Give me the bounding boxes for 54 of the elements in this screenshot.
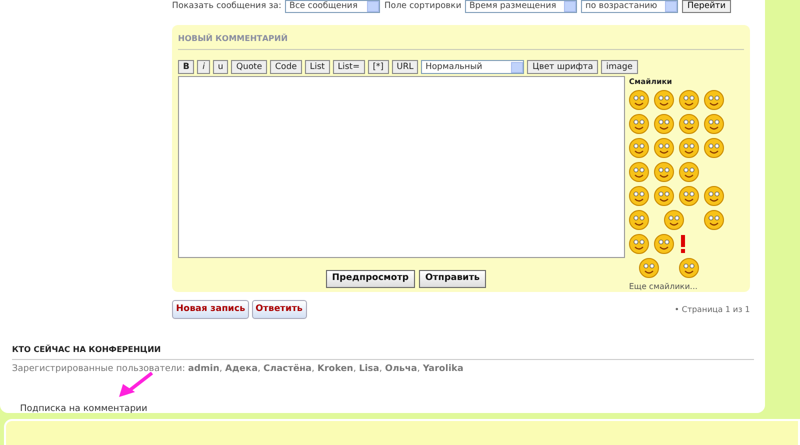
sort-label: Поле сортировки (384, 0, 462, 13)
smiley-icon[interactable] (704, 186, 724, 206)
smiley-icon[interactable] (654, 234, 674, 254)
format-button[interactable]: B (178, 60, 194, 74)
period-select[interactable]: Все сообщения (285, 0, 380, 13)
smiley-icon[interactable] (629, 234, 649, 254)
smiley-icon[interactable] (704, 114, 724, 134)
smiley-icon[interactable] (654, 186, 674, 206)
smiley-icon[interactable] (679, 138, 699, 158)
format-button[interactable]: i (197, 60, 210, 74)
format-button[interactable]: URL (392, 60, 418, 74)
smiley-icon[interactable] (629, 114, 649, 134)
smiley-icon[interactable] (679, 90, 699, 110)
filter-label: Показать сообщения за: (172, 0, 282, 13)
smiley-icon[interactable] (679, 162, 699, 182)
format-button[interactable]: Code (270, 60, 302, 74)
form-button[interactable]: Предпросмотр (326, 270, 415, 288)
sort-order-select[interactable]: по возрастанию (581, 0, 678, 13)
format-button[interactable]: List= (332, 60, 365, 74)
format-button[interactable]: List (304, 60, 330, 74)
sort-field-select[interactable]: Время размещения (465, 0, 578, 13)
subscribe-link[interactable]: Подписка на комментарии (20, 402, 765, 413)
smiley-icon[interactable] (704, 138, 724, 158)
format-button[interactable]: Цвет шрифта (527, 60, 598, 74)
smiley-icon[interactable] (679, 114, 699, 134)
smiley-icon[interactable] (629, 186, 649, 206)
section-title: НОВЫЙ КОММЕНТАРИЙ (178, 33, 744, 50)
smiley-icon[interactable] (679, 258, 699, 278)
smiley-icon[interactable] (654, 114, 674, 134)
smiley-icon[interactable] (629, 90, 649, 110)
smiley-icon[interactable] (654, 90, 674, 110)
font-size-select[interactable]: Нормальный (421, 60, 524, 74)
smiley-icon[interactable] (654, 138, 674, 158)
format-button[interactable]: u (212, 60, 228, 74)
more-smileys-link[interactable]: Еще смайлики... (629, 280, 698, 292)
section-title: КТО СЕЙЧАС НА КОНФЕРЕНЦИИ (12, 344, 754, 360)
smiley-icon[interactable] (679, 186, 699, 206)
smiley-icon[interactable] (629, 162, 649, 182)
smiley-icon[interactable] (629, 210, 649, 230)
action-button[interactable]: Ответить (252, 300, 307, 319)
form-button[interactable]: Отправить (419, 270, 486, 288)
exclamation-icon[interactable] (679, 234, 687, 254)
action-button[interactable]: Новая запись (172, 300, 250, 319)
online-users-text: Зарегистрированные пользователи: admin, Адека, Сластёна, Kroken, Lisa, Ольча, Yarolika (12, 363, 464, 376)
smiley-icon[interactable] (704, 90, 724, 110)
page-indicator: • Страница 1 из 1 (674, 304, 750, 316)
format-button[interactable]: [*] (368, 60, 389, 74)
annotation-arrow (119, 372, 154, 397)
format-button[interactable]: image (601, 60, 638, 74)
smiley-icon[interactable] (704, 210, 724, 230)
format-button[interactable]: Quote (231, 60, 268, 74)
smiley-icon[interactable] (654, 162, 674, 182)
go-button[interactable]: Перейти (682, 0, 731, 13)
smiley-icon[interactable] (629, 138, 649, 158)
